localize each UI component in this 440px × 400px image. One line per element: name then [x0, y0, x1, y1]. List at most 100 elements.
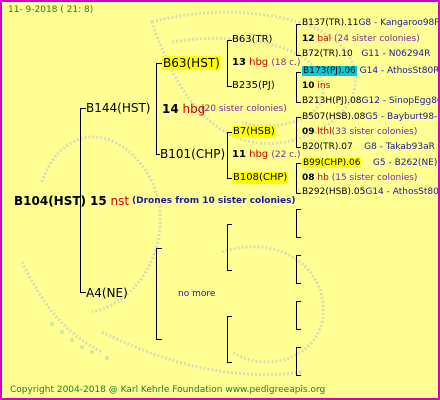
tree-line — [296, 347, 297, 375]
g3b-code: hbg — [249, 149, 269, 160]
tree-line — [156, 339, 162, 340]
g5-num: 08 — [302, 173, 315, 183]
g5-line-info: 12 bal (24 sister colonies) — [302, 34, 420, 45]
tree-line — [296, 72, 297, 102]
tree-line — [296, 117, 297, 147]
header-date: 11- 9-2018 ( 21: 8) — [8, 5, 94, 15]
g5-line-info: 08 hb (15 sister colonies) — [302, 173, 417, 184]
g4d-id[interactable]: B108(CHP) — [232, 172, 289, 184]
tree-line — [296, 329, 301, 330]
g3a-num: 13 — [232, 57, 246, 68]
g5-entry-2[interactable]: B72(TR).10 G11 - N06294R — [302, 49, 430, 60]
tree-line — [296, 24, 297, 55]
g5-entry-3[interactable]: B173(PJ).06 G14 - AthosSt80R — [302, 66, 440, 77]
root-code: nst — [110, 194, 130, 208]
footer-copyright: Copyright 2004-2018 @ Karl Kehrle Founda… — [10, 385, 326, 395]
tree-line — [296, 347, 301, 348]
root-line-info: 15 nst — [90, 194, 129, 208]
g5-id: B292(HSB).05 — [302, 187, 366, 197]
g5-origin: G8 - Takab93aR — [364, 142, 435, 152]
sire-num: 14 — [162, 102, 179, 116]
g5-id: B20(TR).07 — [302, 142, 353, 152]
g5-line-info: 09 lthl(33 sister colonies) — [302, 127, 417, 138]
no-more-label: no more — [178, 289, 216, 299]
g5-id: B137(TR).11 — [302, 18, 359, 28]
tree-line — [156, 248, 162, 249]
g5-entry-4[interactable]: B213H(PJ).08G12 - SinopEgg86R — [302, 96, 438, 107]
tree-line — [227, 132, 228, 178]
g5-entry-8[interactable]: B292(HSB).05G14 - AthosSt80R — [302, 187, 440, 198]
g4c-id[interactable]: B7(HSB) — [232, 126, 276, 138]
g5-entry-6[interactable]: B20(TR).07 G8 - Takab93aR — [302, 142, 435, 153]
g5-id: B213H(PJ).08 — [302, 96, 362, 106]
tree-line — [156, 248, 157, 340]
tree-line — [227, 362, 232, 363]
tree-line — [296, 209, 297, 237]
g5-id: B99(CHP).06 — [302, 158, 362, 168]
g3a-id[interactable]: B63(HST) — [162, 56, 221, 70]
g5-id: B507(HSB).08 — [302, 112, 366, 122]
pedigree-frame: 11- 9-2018 ( 21: 8) B104(HST) 15 nst (Dr… — [0, 0, 440, 400]
g5-num: 12 — [302, 34, 315, 44]
g4a-id[interactable]: B63(TR) — [232, 34, 272, 46]
tree-line — [296, 209, 301, 210]
sire-line-info: 14 hbg — [162, 102, 205, 116]
tree-line — [227, 270, 232, 271]
tree-line — [296, 301, 301, 302]
g5-origin: G12 - SinopEgg86R — [361, 96, 438, 106]
tree-line — [296, 283, 301, 284]
g3b-line-info: 11 hbg (22 c.) — [232, 149, 301, 161]
tree-line — [296, 24, 301, 25]
tree-line — [227, 316, 228, 362]
tree-line — [296, 237, 301, 238]
g3b-num: 11 — [232, 149, 246, 160]
tree-line — [296, 255, 297, 283]
g5-origin: G11 - N06294R — [361, 49, 431, 59]
root-note: (Drones from 10 sister colonies) — [132, 196, 296, 206]
g5-num: 09 — [302, 127, 315, 137]
g4b-id[interactable]: B235(PJ) — [232, 80, 275, 92]
tree-line — [227, 40, 228, 86]
g3b-id[interactable]: B101(CHP) — [160, 147, 225, 161]
g3b-note: (22 c.) — [271, 150, 301, 160]
tree-line — [227, 224, 232, 225]
g5-entry-5[interactable]: B507(HSB).08G5 - Bayburt98-3 — [302, 112, 440, 123]
g5-origin: G5 - B262(NE) — [372, 158, 438, 168]
g5-code: hb — [317, 173, 329, 183]
tree-line — [296, 147, 301, 148]
g5-id: B72(TR).10 — [302, 49, 353, 59]
tree-line — [296, 117, 301, 118]
tree-line — [296, 375, 301, 376]
g3a-note: (18 c.) — [271, 58, 301, 68]
tree-line — [227, 316, 232, 317]
tree-line — [296, 72, 301, 73]
g5-origin: G8 - Kangaroo98R — [358, 18, 440, 28]
g5-id: B173(PJ).06 — [302, 66, 357, 76]
g3a-line-info: 13 hbg (18 c.) — [232, 57, 301, 69]
root-num: 15 — [90, 194, 107, 208]
tree-line — [227, 224, 228, 270]
g5-line-info: 10 ins — [302, 81, 330, 92]
tree-line — [296, 301, 297, 329]
g5-note: (24 sister colonies) — [334, 34, 420, 44]
g5-entry-7[interactable]: B99(CHP).06 G5 - B262(NE) — [302, 158, 437, 169]
g5-entry-1[interactable]: B137(TR).11G8 - Kangaroo98R — [302, 18, 440, 29]
tree-line — [296, 163, 297, 193]
g3a-code: hbg — [249, 57, 269, 68]
g5-note: (33 sister colonies) — [331, 127, 418, 137]
tree-line — [296, 255, 301, 256]
g5-num: 10 — [302, 81, 315, 91]
g5-code: lthl — [317, 127, 332, 137]
dam-id[interactable]: A4(NE) — [86, 286, 128, 300]
g5-origin: G14 - AthosSt80R — [359, 66, 440, 76]
g5-code: ins — [317, 81, 331, 91]
tree-line — [296, 163, 301, 164]
g5-note: (15 sister colonies) — [331, 173, 418, 183]
tree-line — [296, 102, 301, 103]
sire-id[interactable]: B144(HST) — [86, 101, 150, 115]
g5-origin: G5 - Bayburt98-3 — [365, 112, 440, 122]
g5-origin: G14 - AthosSt80R — [365, 187, 440, 197]
root-queen-id[interactable]: B104(HST) — [14, 194, 86, 208]
tree-line — [296, 55, 301, 56]
tree-line — [156, 63, 157, 155]
